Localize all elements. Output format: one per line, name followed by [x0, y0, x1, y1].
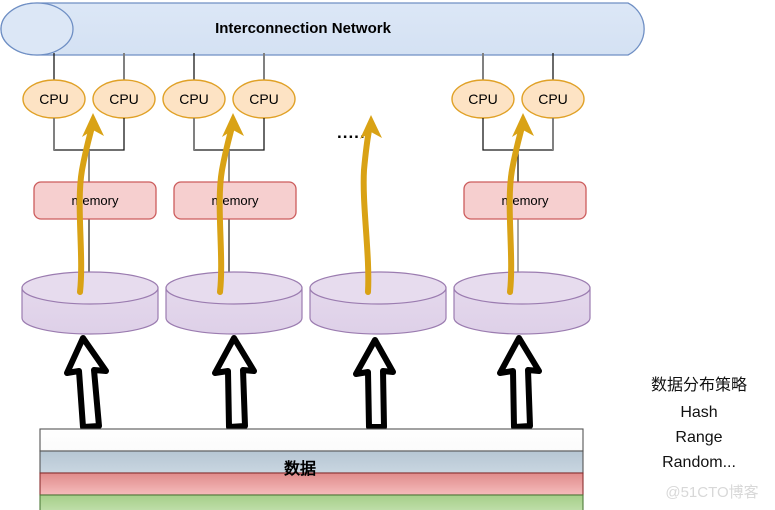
- data-store-label: 数据: [284, 459, 316, 478]
- disk-node-3[interactable]: [309, 271, 447, 335]
- cpu-label-2a: CPU: [179, 91, 209, 107]
- memory-node-n[interactable]: memory: [463, 181, 587, 220]
- block-arrow-3: [353, 337, 396, 430]
- distribution-arrows: [64, 335, 542, 430]
- cpu-label-1b: CPU: [109, 91, 139, 107]
- strategy-option-hash: Hash: [680, 404, 717, 421]
- distribution-strategy-panel: 数据分布策略 Hash Range Random...: [651, 376, 747, 471]
- data-bar-white: [39, 428, 584, 452]
- disk-node-2[interactable]: [165, 271, 303, 335]
- disk-top-3: [309, 271, 447, 305]
- cpu-memory-links: [53, 118, 554, 183]
- cpu-group-node-n: CPU CPU: [451, 79, 585, 119]
- disk-node-n[interactable]: [453, 271, 591, 335]
- flow-arrow-3: [360, 122, 373, 295]
- watermark-label: @51CTO博客: [665, 484, 758, 501]
- memory-node-2[interactable]: memory: [173, 181, 297, 220]
- disk-top-2: [165, 271, 303, 305]
- block-arrow-n: [497, 335, 542, 430]
- data-flow-arrowheads: [82, 113, 534, 139]
- architecture-diagram: Interconnection Network CPU CPU CPU CPU …: [0, 0, 775, 510]
- strategy-option-random: Random...: [662, 454, 736, 471]
- memory-disk-links: [88, 219, 519, 288]
- block-arrow-1: [64, 335, 109, 430]
- cpu-group-node-1: CPU CPU: [22, 79, 156, 119]
- disk-top-n: [453, 271, 591, 305]
- cpu-label-2b: CPU: [249, 91, 279, 107]
- disk-node-1[interactable]: [21, 271, 159, 335]
- cpu-group-node-2: CPU CPU: [162, 79, 296, 119]
- memory-node-1[interactable]: memory: [33, 181, 157, 220]
- strategy-title: 数据分布策略: [651, 376, 747, 394]
- network-cpu-links: [53, 53, 554, 80]
- strategy-option-range: Range: [675, 429, 722, 446]
- cpu-label-nb: CPU: [538, 91, 568, 107]
- data-store[interactable]: 数据: [39, 428, 584, 510]
- interconnection-network: Interconnection Network: [0, 2, 645, 56]
- data-bar-green: [39, 494, 584, 510]
- diagram-canvas: Interconnection Network CPU CPU CPU CPU …: [0, 2, 759, 510]
- cpu-label-na: CPU: [468, 91, 498, 107]
- network-end-cap: [0, 2, 74, 56]
- disk-top-1: [21, 271, 159, 305]
- network-title: Interconnection Network: [215, 20, 392, 37]
- cpu-label-1a: CPU: [39, 91, 69, 107]
- block-arrow-2: [212, 335, 257, 430]
